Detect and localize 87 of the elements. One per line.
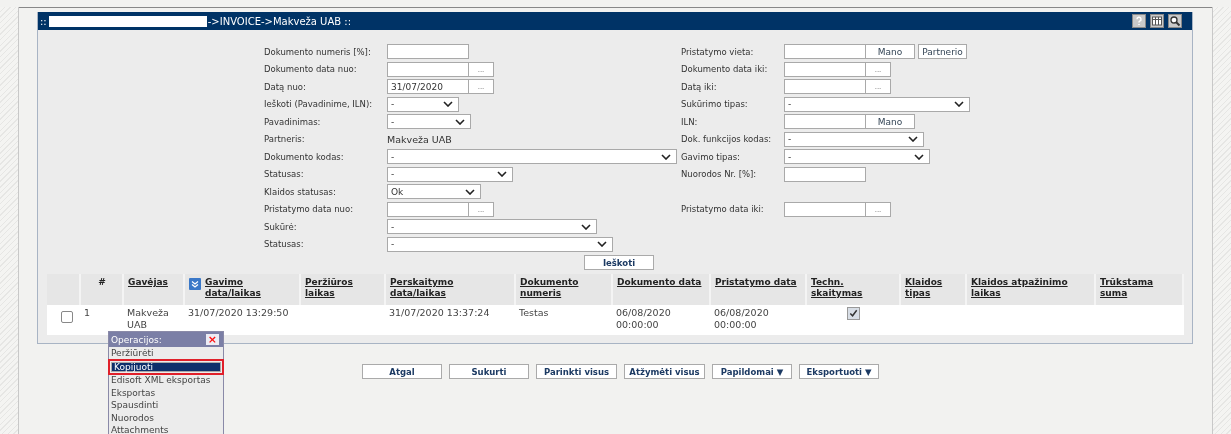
table-cell: 06/08/2020 00:00:00 <box>714 307 769 330</box>
field-label: Klaidos statusas: <box>264 186 337 197</box>
chevron-down-icon <box>465 188 475 195</box>
field-label: Pristatymo data nuo: <box>264 204 355 215</box>
text-field[interactable] <box>784 44 866 60</box>
table-cell: Testas <box>519 307 549 318</box>
field-label: Datą iki: <box>681 81 718 92</box>
field-label: Dokumento kodas: <box>264 151 345 162</box>
dropdown[interactable]: - <box>784 96 970 112</box>
text-field[interactable] <box>784 114 866 130</box>
action-button[interactable]: Sukurti <box>449 364 529 379</box>
date-picker-button[interactable]: ... <box>866 61 891 77</box>
field-label: Partneris: <box>264 134 306 145</box>
table-cell: 06/08/2020 00:00:00 <box>616 307 671 330</box>
action-button[interactable]: Papildomai ▼ <box>712 364 792 379</box>
field-label: Statusas: <box>264 239 305 250</box>
date-field[interactable]: 31/07/2020 <box>387 79 469 95</box>
menu-item[interactable]: Spausdinti <box>109 399 223 412</box>
dropdown[interactable]: - <box>387 219 597 235</box>
field-label: Ieškoti (Pavadinime, ILN): <box>264 99 374 110</box>
dropdown[interactable]: - <box>784 149 930 165</box>
dropdown[interactable]: - <box>387 114 471 130</box>
date-field[interactable] <box>784 79 866 95</box>
help-icon[interactable] <box>1132 14 1146 28</box>
sort-icon[interactable] <box>189 278 201 290</box>
text-field[interactable] <box>784 166 866 182</box>
menu-item[interactable]: Peržiūrėti <box>109 347 223 360</box>
search-button[interactable]: Ieškoti <box>584 255 654 270</box>
panel-title-prefix: :: <box>40 15 47 27</box>
menu-item[interactable]: Eksportas <box>109 386 223 399</box>
field-label: ILN: <box>681 116 699 127</box>
column-header: # <box>98 277 106 287</box>
field-label: Pavadinimas: <box>264 116 322 127</box>
table-cell: 31/07/2020 13:29:50 <box>188 307 289 318</box>
dropdown[interactable]: - <box>387 236 613 252</box>
table-icon[interactable] <box>1150 14 1164 28</box>
panel-title: ->INVOICE->Makveža UAB :: <box>207 15 352 27</box>
field-label: Sukūrė: <box>264 221 298 232</box>
dropdown[interactable]: - <box>387 96 459 112</box>
row-checkbox[interactable] <box>61 311 73 323</box>
chevron-down-icon <box>497 171 507 178</box>
chevron-down-icon <box>954 101 964 108</box>
action-button[interactable]: Eksportuoti ▼ <box>799 364 879 379</box>
pick-button[interactable]: Mano <box>866 44 915 60</box>
field-label: Dokumento numeris [%]: <box>264 46 372 57</box>
menu-item[interactable]: Attachments <box>109 424 223 434</box>
date-field[interactable] <box>387 61 469 77</box>
dropdown[interactable]: - <box>784 131 924 147</box>
field-label: Pristatymo vieta: <box>681 46 755 57</box>
date-picker-button[interactable]: ... <box>469 61 494 77</box>
menu-title: Operacijos: <box>111 334 162 345</box>
row-number: 1 <box>84 307 91 318</box>
action-button[interactable]: Atžymėti visus <box>624 364 705 379</box>
chevron-down-icon <box>597 241 607 248</box>
search-icon[interactable] <box>1168 14 1182 28</box>
chevron-down-icon <box>661 153 671 160</box>
date-picker-button[interactable]: ... <box>469 201 494 217</box>
dropdown[interactable]: - <box>387 149 677 165</box>
field-label: Nuorodos Nr. [%]: <box>681 169 758 180</box>
field-label: Datą nuo: <box>264 81 307 92</box>
action-button[interactable]: Atgal <box>362 364 442 379</box>
date-picker-button[interactable]: ... <box>866 201 891 217</box>
pick-button[interactable]: Mano <box>866 114 915 130</box>
field-label: Statusas: <box>264 169 305 180</box>
field-label: Dok. funkcijos kodas: <box>681 134 773 145</box>
date-field[interactable] <box>784 61 866 77</box>
field-value: Makveža UAB <box>387 133 452 145</box>
menu-item[interactable]: Nuorodos <box>109 411 223 424</box>
table-cell: 31/07/2020 13:37:24 <box>389 307 490 318</box>
text-field[interactable] <box>387 44 469 60</box>
field-label: Pristatymo data iki: <box>681 204 765 215</box>
action-button[interactable]: Parinkti visus <box>536 364 617 379</box>
date-picker-button[interactable]: ... <box>866 79 891 95</box>
field-label: Sukūrimo tipas: <box>681 99 749 110</box>
table-cell: Makveža UAB <box>127 307 169 330</box>
field-label: Gavimo tipas: <box>681 151 741 162</box>
dropdown[interactable]: - <box>387 166 513 182</box>
field-label: Dokumento data nuo: <box>264 64 358 75</box>
dropdown[interactable]: Ok <box>387 184 481 200</box>
chevron-down-icon <box>581 223 591 230</box>
date-picker-button[interactable]: ... <box>469 79 494 95</box>
menu-item[interactable]: Kopijuoti <box>111 361 221 372</box>
menu-item[interactable]: Edisoft XML eksportas <box>109 374 223 387</box>
date-field[interactable] <box>387 201 469 217</box>
field-label: Dokumento data iki: <box>681 64 769 75</box>
pick-button[interactable]: Partnerio <box>918 44 967 60</box>
date-field[interactable] <box>784 201 866 217</box>
